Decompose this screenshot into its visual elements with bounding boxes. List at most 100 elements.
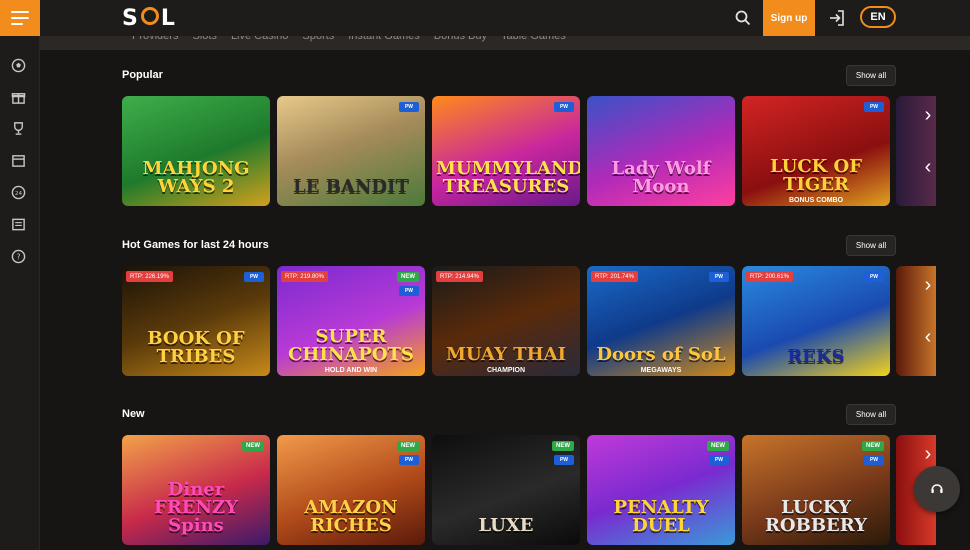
game-subtitle: CHAMPION (486, 367, 526, 374)
game-card[interactable]: PW LUCK OF TIGER BONUS COMBO (742, 96, 890, 206)
24h-icon[interactable]: 24 (10, 184, 26, 200)
new-badge: NEW (552, 441, 574, 451)
chevron-right-icon[interactable]: › (920, 274, 936, 296)
provider-badge: PW (709, 272, 729, 282)
game-card[interactable]: Lady Wolf Moon (587, 96, 735, 206)
sidebar: 24 ? (0, 0, 40, 550)
show-all-button[interactable]: Show all (846, 404, 896, 425)
help-icon[interactable]: ? (10, 248, 26, 264)
nav-item-table-games[interactable]: Table Games (501, 36, 566, 42)
provider-badge: PW (244, 272, 264, 282)
game-title: REKS (787, 346, 845, 367)
provider-badge: PW (864, 272, 884, 282)
support-chat-button[interactable] (914, 466, 960, 512)
game-title: Diner FRENZY Spins (154, 479, 238, 536)
game-card[interactable]: RTP: 219.80% NEW PW SUPER CHINAPOTS HOLD AND… (277, 266, 425, 376)
search-icon[interactable] (734, 9, 752, 27)
nav-item-slots[interactable]: Slots (192, 36, 216, 42)
news-icon[interactable] (10, 216, 26, 232)
game-title: Doors of SoL (596, 344, 726, 365)
provider-badge: PW (399, 455, 419, 465)
provider-badge: PW (709, 455, 729, 465)
chevron-right-icon[interactable]: › (920, 104, 936, 126)
game-title: LUCKY ROBBERY (764, 497, 868, 536)
nav-item-bonus-buy[interactable]: Bonus Buy (434, 36, 487, 42)
rtp-badge: RTP: 219.80% (281, 271, 328, 282)
provider-badge: PW (554, 455, 574, 465)
game-title: PENALTY DUEL (613, 497, 709, 536)
show-all-button[interactable]: Show all (846, 235, 896, 256)
football-icon[interactable] (10, 57, 26, 73)
provider-badge: PW (399, 286, 419, 296)
game-card[interactable]: PW MUMMYLAND TREASURES (432, 96, 580, 206)
provider-badge: PW (399, 102, 419, 112)
game-card[interactable]: PW LE BANDIT (277, 96, 425, 206)
games-row: RTP: 226.19% PW BOOK OF TRIBES RTP: 219.80%… (122, 266, 970, 376)
nav-item-live-casino[interactable]: Live Casino (231, 36, 288, 42)
provider-badge: PW (864, 102, 884, 112)
sol-logo[interactable]: SL (122, 4, 176, 32)
sun-icon (140, 6, 159, 25)
game-card[interactable]: NEW Diner FRENZY Spins (122, 435, 270, 545)
game-card[interactable]: NEW PW PENALTY DUEL (587, 435, 735, 545)
show-all-button[interactable]: Show all (846, 65, 896, 86)
game-card[interactable]: MAHJONG WAYS 2 (122, 96, 270, 206)
new-badge: NEW (397, 441, 419, 451)
game-subtitle: HOLD AND WIN (324, 367, 378, 374)
section-title: Popular (122, 69, 163, 81)
trophy-icon[interactable] (10, 120, 26, 136)
game-card[interactable]: RTP: 200.61% PW REKS (742, 266, 890, 376)
game-subtitle: MEGAWAYS (640, 367, 682, 374)
new-badge: NEW (397, 272, 419, 282)
section-title: Hot Games for last 24 hours (122, 239, 269, 251)
games-row: NEW Diner FRENZY Spins NEW PW AMAZON RICHES N… (122, 435, 970, 545)
chevron-right-icon[interactable]: › (920, 443, 936, 465)
rtp-badge: RTP: 226.19% (126, 271, 173, 282)
game-title: LE BANDIT (293, 176, 409, 197)
rtp-badge: RTP: 214.94% (436, 271, 483, 282)
headset-icon (931, 484, 943, 493)
nav-item-providers[interactable]: Providers (132, 36, 178, 42)
chevron-left-icon[interactable]: ‹ (920, 156, 936, 178)
game-card[interactable]: RTP: 226.19% PW BOOK OF TRIBES (122, 266, 270, 376)
game-title: LUCK OF TIGER (769, 156, 863, 195)
rtp-badge: RTP: 201.74% (591, 271, 638, 282)
game-title: Lady Wolf Moon (611, 158, 711, 197)
rtp-badge: RTP: 200.61% (746, 271, 793, 282)
nav-item-sports[interactable]: Sports (302, 36, 334, 42)
game-card[interactable]: NEW PW LUCKY ROBBERY (742, 435, 890, 545)
svg-text:24: 24 (14, 190, 22, 196)
game-card[interactable]: RTP: 201.74% PW Doors of SoL MEGAWAYS (587, 266, 735, 376)
game-title: MUAY THAI (445, 344, 567, 365)
game-card[interactable]: RTP: 214.94% MUAY THAI CHAMPION (432, 266, 580, 376)
menu-toggle-button[interactable] (0, 0, 40, 36)
signup-button[interactable]: Sign up (763, 0, 815, 36)
provider-badge: PW (554, 102, 574, 112)
language-selector[interactable]: EN (860, 6, 896, 28)
section-title: New (122, 408, 145, 420)
calendar-icon[interactable] (10, 152, 26, 168)
game-title: AMAZON RICHES (304, 497, 398, 536)
provider-badge: PW (864, 455, 884, 465)
chevron-left-icon[interactable]: ‹ (920, 326, 936, 348)
game-title: MUMMYLAND TREASURES (436, 158, 580, 197)
game-title: SUPER CHINAPOTS (288, 326, 414, 365)
game-title: BOOK OF TRIBES (147, 328, 245, 367)
top-header: SL Sign up EN (40, 0, 970, 36)
gift-icon[interactable] (10, 89, 26, 105)
logo-letter: S (122, 5, 139, 31)
nav-item-instant-games[interactable]: Instant Games (348, 36, 420, 42)
new-badge: NEW (707, 441, 729, 451)
new-badge: NEW (242, 441, 264, 451)
game-title: LUXE (478, 515, 534, 536)
game-title: MAHJONG WAYS 2 (142, 158, 250, 197)
new-badge: NEW (862, 441, 884, 451)
game-subtitle: BONUS COMBO (788, 197, 844, 204)
login-icon[interactable] (827, 8, 847, 28)
logo-letter: L (160, 5, 176, 31)
game-card[interactable]: NEW PW LUXE (432, 435, 580, 545)
games-row: MAHJONG WAYS 2 PW LE BANDIT PW MUMMYLAND TRE… (122, 96, 970, 206)
logo-text: SL (122, 6, 176, 31)
game-card[interactable]: NEW PW AMAZON RICHES (277, 435, 425, 545)
category-nav: Providers Slots Live Casino Sports Instant G… (40, 36, 970, 50)
